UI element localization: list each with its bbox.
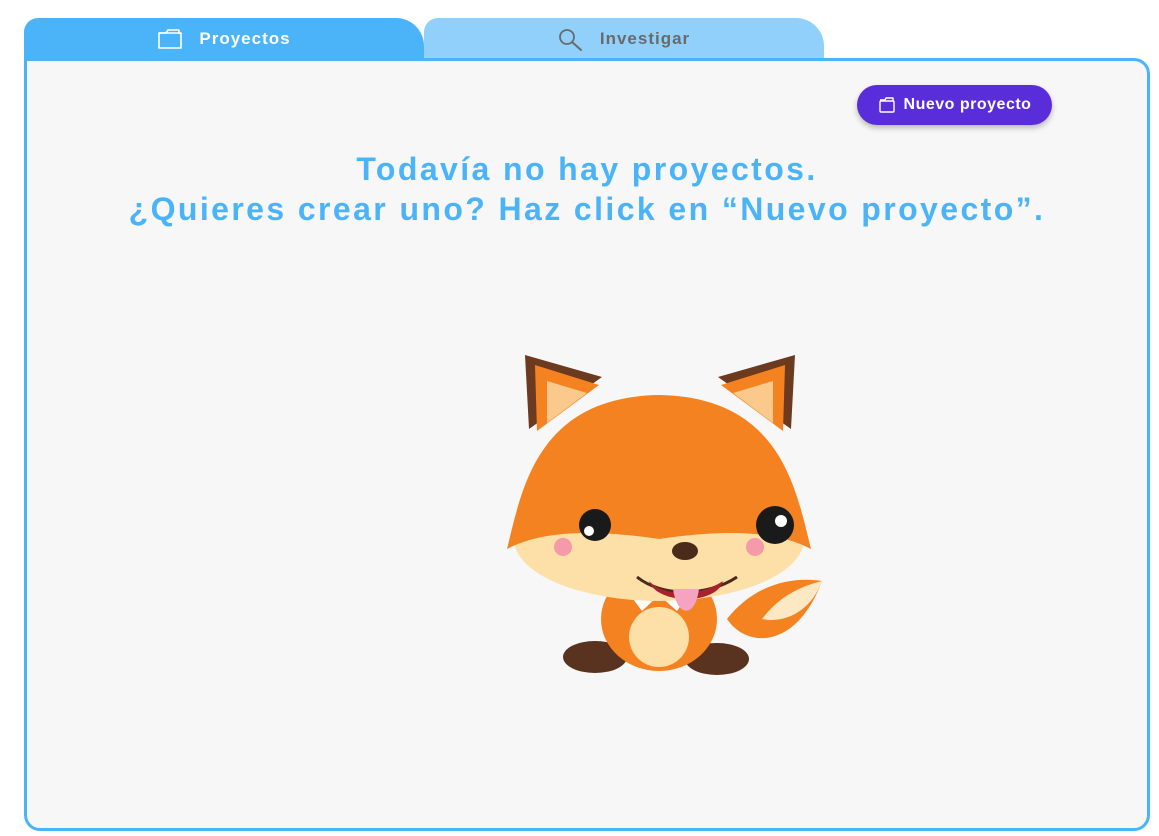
- new-project-label: Nuevo proyecto: [903, 96, 1032, 113]
- folder-icon: [878, 96, 896, 114]
- tab-investigar[interactable]: Investigar: [424, 18, 824, 60]
- empty-state-message: Todavía no hay proyectos. ¿Quieres crear…: [27, 149, 1147, 229]
- tab-investigar-label: Investigar: [599, 29, 691, 48]
- search-icon: [558, 28, 584, 51]
- empty-state-line-2: ¿Quieres crear uno? Haz click en “Nuevo …: [128, 191, 1046, 227]
- tab-proyectos[interactable]: Proyectos: [24, 18, 424, 60]
- new-project-button[interactable]: Nuevo proyecto: [857, 85, 1052, 125]
- folder-icon: [157, 28, 183, 50]
- projects-panel: Nuevo proyecto Todavía no hay proyectos.…: [24, 58, 1150, 831]
- fox-mascot-illustration: [477, 319, 847, 689]
- tab-proyectos-label: Proyectos: [199, 29, 291, 48]
- empty-state-line-1: Todavía no hay proyectos.: [356, 151, 818, 187]
